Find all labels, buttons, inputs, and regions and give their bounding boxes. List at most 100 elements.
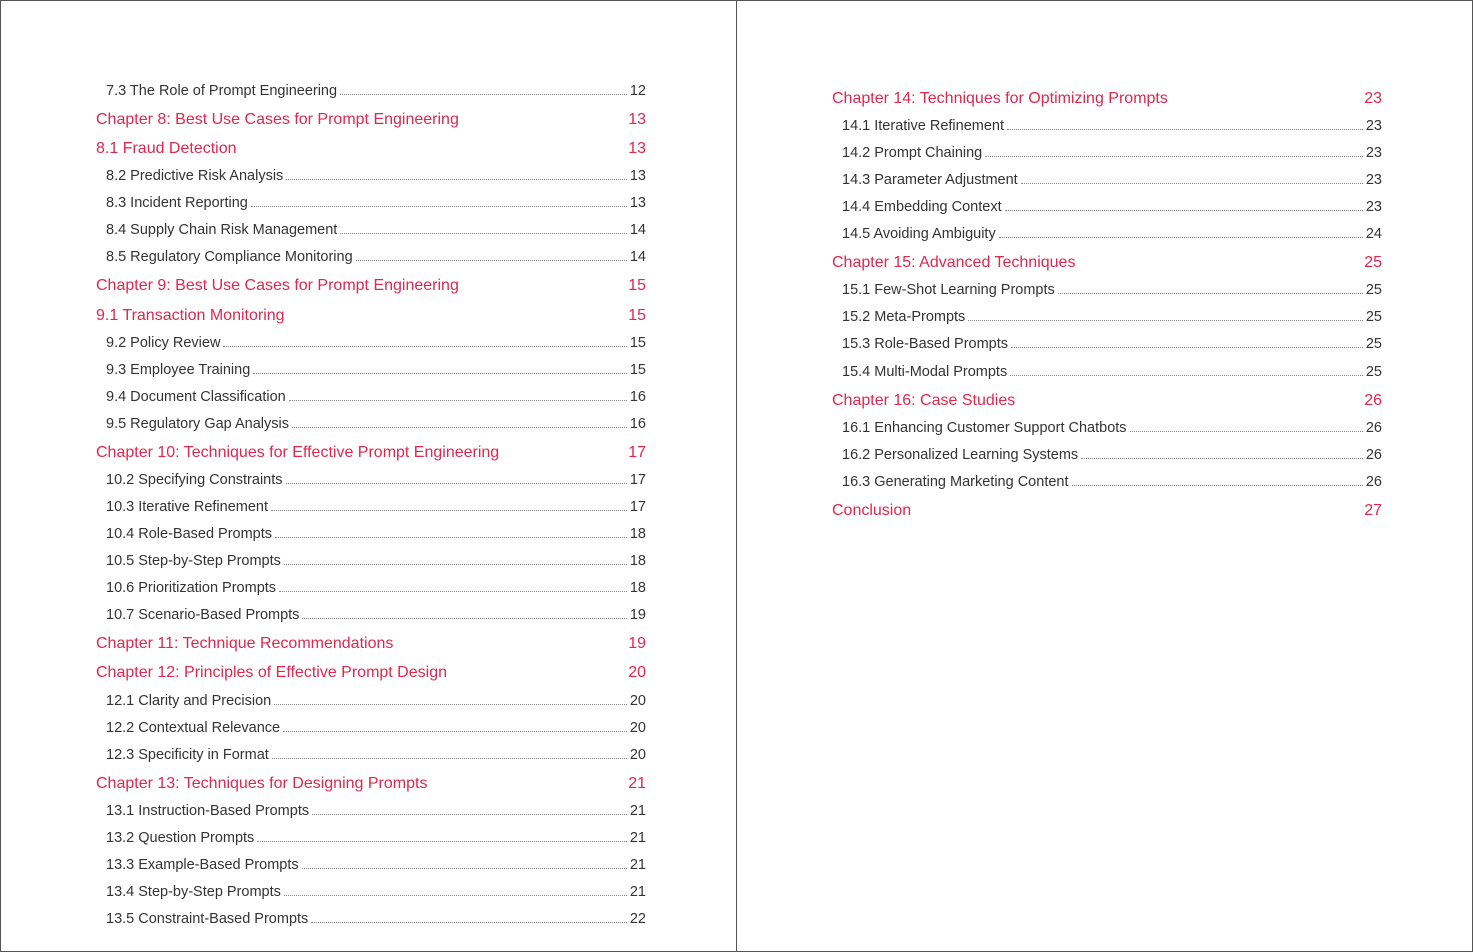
- leader-dots: [283, 731, 627, 732]
- toc-page-number: 18: [630, 524, 646, 545]
- toc-label: 9.2 Policy Review: [106, 333, 220, 354]
- leader-dots: [257, 841, 627, 842]
- toc-label: 14.1 Iterative Refinement: [842, 116, 1004, 137]
- toc-subitem[interactable]: 13.3 Example-Based Prompts21: [96, 855, 646, 876]
- toc-heading[interactable]: 9.1 Transaction Monitoring15: [96, 304, 646, 327]
- toc-subitem[interactable]: 13.2 Question Prompts21: [96, 828, 646, 849]
- toc-label: 16.3 Generating Marketing Content: [842, 472, 1069, 493]
- toc-subitem[interactable]: 7.3 The Role of Prompt Engineering12: [96, 81, 646, 102]
- toc-subitem[interactable]: 10.6 Prioritization Prompts18: [96, 578, 646, 599]
- toc-subitem[interactable]: 14.4 Embedding Context23: [832, 197, 1382, 218]
- toc-subitem[interactable]: 9.4 Document Classification16: [96, 387, 646, 408]
- toc-label: 12.3 Specificity in Format: [106, 745, 269, 766]
- toc-heading[interactable]: Chapter 15: Advanced Techniques 25: [832, 251, 1382, 274]
- toc-label: Chapter 15: Advanced Techniques: [832, 251, 1075, 274]
- toc-subitem[interactable]: 12.1 Clarity and Precision 20: [96, 691, 646, 712]
- toc-heading[interactable]: Chapter 12: Principles of Effective Prom…: [96, 661, 646, 684]
- toc-subitem[interactable]: 9.3 Employee Training15: [96, 360, 646, 381]
- leader-dots: [272, 758, 627, 759]
- leader-dots: [1005, 210, 1363, 211]
- toc-heading[interactable]: Chapter 9: Best Use Cases for Prompt Eng…: [96, 274, 646, 297]
- toc-page-number: 21: [630, 855, 646, 876]
- toc-subitem[interactable]: 13.4 Step-by-Step Prompts21: [96, 882, 646, 903]
- toc-page-number: 24: [1366, 224, 1382, 245]
- toc-subitem[interactable]: 10.3 Iterative Refinement17: [96, 497, 646, 518]
- toc-label: 15.2 Meta-Prompts: [842, 307, 965, 328]
- toc-label: 14.5 Avoiding Ambiguity: [842, 224, 996, 245]
- toc-subitem[interactable]: 10.5 Step-by-Step Prompts18: [96, 551, 646, 572]
- leader-dots: [279, 591, 627, 592]
- toc-label: 10.7 Scenario-Based Prompts: [106, 605, 299, 626]
- toc-subitem[interactable]: 15.1 Few-Shot Learning Prompts25: [832, 280, 1382, 301]
- toc-label: 8.2 Predictive Risk Analysis: [106, 166, 283, 187]
- toc-subitem[interactable]: 12.3 Specificity in Format 20: [96, 745, 646, 766]
- toc-subitem[interactable]: 8.3 Incident Reporting13: [96, 193, 646, 214]
- toc-subitem[interactable]: 15.2 Meta-Prompts25: [832, 307, 1382, 328]
- toc-heading[interactable]: Chapter 16: Case Studies26: [832, 389, 1382, 412]
- toc-heading[interactable]: Chapter 8: Best Use Cases for Prompt Eng…: [96, 108, 646, 131]
- toc-heading[interactable]: Conclusion27: [832, 499, 1382, 522]
- toc-label: 13.5 Constraint-Based Prompts: [106, 909, 308, 930]
- toc-label: 14.4 Embedding Context: [842, 197, 1002, 218]
- toc-label: 12.2 Contextual Relevance: [106, 718, 280, 739]
- toc-subitem[interactable]: 14.5 Avoiding Ambiguity 24: [832, 224, 1382, 245]
- toc-page-number: 16: [630, 414, 646, 435]
- toc-page-number: 20: [630, 718, 646, 739]
- toc-subitem[interactable]: 8.5 Regulatory Compliance Monitoring14: [96, 247, 646, 268]
- toc-heading[interactable]: Chapter 14: Techniques for Optimizing Pr…: [832, 87, 1382, 110]
- toc-subitem[interactable]: 16.2 Personalized Learning Systems26: [832, 445, 1382, 466]
- leader-dots: [284, 564, 627, 565]
- toc-subitem[interactable]: 10.7 Scenario-Based Prompts19: [96, 605, 646, 626]
- toc-page-number: 23: [1364, 87, 1382, 110]
- toc-label: 8.4 Supply Chain Risk Management: [106, 220, 337, 241]
- toc-subitem[interactable]: 14.1 Iterative Refinement 23: [832, 116, 1382, 137]
- toc-subitem[interactable]: 12.2 Contextual Relevance 20: [96, 718, 646, 739]
- toc-page-number: 25: [1366, 280, 1382, 301]
- leader-dots: [312, 814, 627, 815]
- toc-subitem[interactable]: 10.4 Role-Based Prompts18: [96, 524, 646, 545]
- toc-label: 12.1 Clarity and Precision: [106, 691, 271, 712]
- toc-subitem[interactable]: 14.2 Prompt Chaining23: [832, 143, 1382, 164]
- toc-heading[interactable]: Chapter 11: Technique Recommendations19: [96, 632, 646, 655]
- toc-subitem[interactable]: 8.2 Predictive Risk Analysis13: [96, 166, 646, 187]
- toc-page-number: 21: [630, 801, 646, 822]
- toc-subitem[interactable]: 14.3 Parameter Adjustment23: [832, 170, 1382, 191]
- toc-subitem[interactable]: 13.1 Instruction-Based Prompts21: [96, 801, 646, 822]
- leader-dots: [985, 156, 1363, 157]
- page-right: Chapter 14: Techniques for Optimizing Pr…: [737, 1, 1472, 951]
- toc-subitem[interactable]: 15.3 Role-Based Prompts25: [832, 334, 1382, 355]
- toc-page-number: 13: [628, 108, 646, 131]
- toc-label: 10.6 Prioritization Prompts: [106, 578, 276, 599]
- leader-dots: [1072, 485, 1363, 486]
- toc-subitem[interactable]: 10.2 Specifying Constraints17: [96, 470, 646, 491]
- toc-page-number: 25: [1364, 251, 1382, 274]
- toc-page-number: 20: [630, 745, 646, 766]
- toc-label: 13.4 Step-by-Step Prompts: [106, 882, 281, 903]
- toc-subitem[interactable]: 9.5 Regulatory Gap Analysis16: [96, 414, 646, 435]
- toc-page-number: 23: [1366, 116, 1382, 137]
- toc-heading[interactable]: Chapter 13: Techniques for Designing Pro…: [96, 772, 646, 795]
- toc-label: 8.3 Incident Reporting: [106, 193, 248, 214]
- toc-label: 16.2 Personalized Learning Systems: [842, 445, 1078, 466]
- toc-page-number: 18: [630, 551, 646, 572]
- toc-subitem[interactable]: 9.2 Policy Review15: [96, 333, 646, 354]
- toc-page-number: 21: [630, 828, 646, 849]
- toc-subitem[interactable]: 16.1 Enhancing Customer Support Chatbots…: [832, 418, 1382, 439]
- toc-page-number: 20: [630, 691, 646, 712]
- toc-label: 15.3 Role-Based Prompts: [842, 334, 1008, 355]
- toc-page-number: 26: [1366, 472, 1382, 493]
- toc-label: 14.3 Parameter Adjustment: [842, 170, 1018, 191]
- leader-dots: [1010, 375, 1363, 376]
- toc-subitem[interactable]: 15.4 Multi-Modal Prompts25: [832, 362, 1382, 383]
- toc-subitem[interactable]: 16.3 Generating Marketing Content 26: [832, 472, 1382, 493]
- toc-heading[interactable]: Chapter 10: Techniques for Effective Pro…: [96, 441, 646, 464]
- toc-subitem[interactable]: 13.5 Constraint-Based Prompts22: [96, 909, 646, 930]
- toc-page-number: 26: [1366, 418, 1382, 439]
- toc-label: 14.2 Prompt Chaining: [842, 143, 982, 164]
- toc-subitem[interactable]: 8.4 Supply Chain Risk Management14: [96, 220, 646, 241]
- toc-label: Chapter 12: Principles of Effective Prom…: [96, 661, 447, 684]
- toc-heading[interactable]: 8.1 Fraud Detection13: [96, 137, 646, 160]
- toc-page-number: 17: [630, 470, 646, 491]
- leader-dots: [274, 704, 627, 705]
- leader-dots: [275, 537, 627, 538]
